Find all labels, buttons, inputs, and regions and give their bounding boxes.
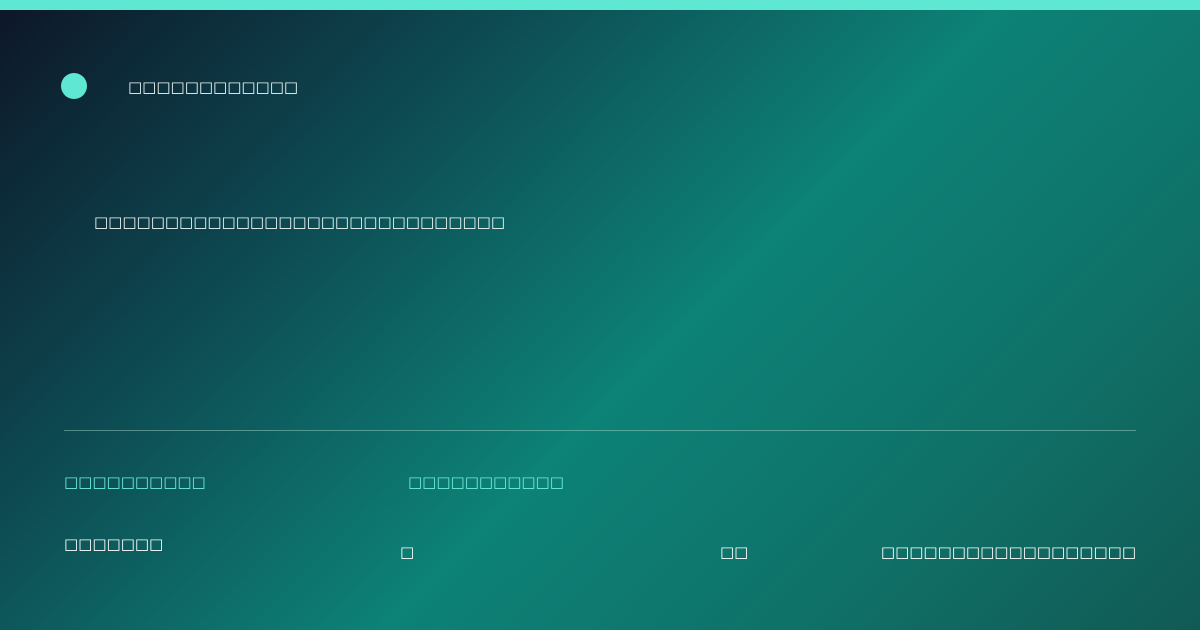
hero-headline: □□□□□□□□□□□□□□□□□□□□□□□□□□□□□ — [94, 213, 505, 231]
footer-divider — [64, 430, 1136, 431]
brand-logo-dot — [61, 73, 87, 99]
footer-meta-2: □ — [400, 543, 415, 561]
footer-meta-4: □□□□□□□□□□□□□□□□□□ — [880, 543, 1136, 561]
footer-label-secondary: □□□□□□□□□□□ — [408, 473, 564, 491]
footer-label-primary: □□□□□□□□□□ — [64, 473, 206, 491]
footer-meta-3: □□ — [720, 543, 749, 561]
brand-name: □□□□□□□□□□□□ — [128, 78, 299, 96]
footer-meta-1: □□□□□□□ — [64, 535, 164, 553]
top-accent-bar — [0, 0, 1200, 10]
